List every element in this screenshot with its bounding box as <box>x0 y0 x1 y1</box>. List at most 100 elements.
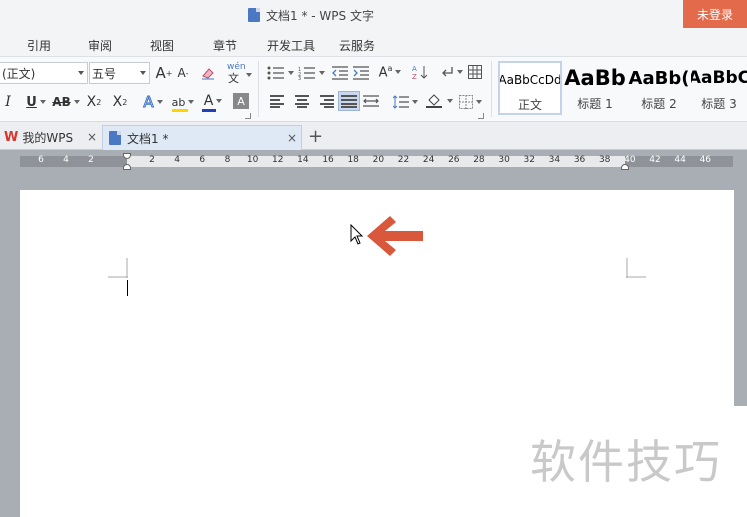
text-effect-button[interactable]: A <box>139 92 167 112</box>
increase-indent-icon <box>353 66 369 80</box>
chevron-down-icon <box>216 99 223 103</box>
chevron-down-icon <box>188 100 195 104</box>
window-title: 文档1 * - WPS 文字 <box>248 6 374 24</box>
style-heading-1[interactable]: AaBb 标题 1 <box>563 61 627 115</box>
subscript-icon: X <box>112 94 123 110</box>
ruler-number: 36 <box>573 155 586 165</box>
tab-document-1[interactable]: 文档1 * × <box>102 125 302 150</box>
font-size-combo[interactable]: 五号 <box>89 62 150 84</box>
tab-my-wps[interactable]: W 我的WPS × <box>0 125 100 150</box>
style-gallery: AaBbCcDd 正文 AaBb 标题 1 AaBb( 标题 2 AaBbC 标… <box>496 61 747 115</box>
ruler-number: 8 <box>224 155 231 165</box>
menu-cloud-services[interactable]: 云服务 <box>339 37 375 54</box>
divider <box>258 61 259 117</box>
font-color-button[interactable]: A <box>199 91 227 112</box>
menu-chapter[interactable]: 章节 <box>213 37 237 54</box>
paragraph-dialog-launcher-icon[interactable] <box>478 113 484 119</box>
title-bar: 文档1 * - WPS 文字 未登录 <box>0 0 747 30</box>
grow-font-button[interactable]: A + <box>155 64 173 82</box>
ruler-number: 12 <box>272 155 284 165</box>
highlight-label: ab <box>171 95 186 109</box>
strikethrough-button[interactable]: AB <box>52 92 80 112</box>
font-color-label: A <box>203 93 214 109</box>
horizontal-ruler[interactable]: 2 4 6 8 10 12 14 16 18 20 22 24 26 28 30 32 34 36 38 6 4 2 40… <box>20 153 733 170</box>
numbered-list-icon: 123 <box>298 67 315 80</box>
tab-label: 文档1 * <box>127 131 169 146</box>
ruler-number: 22 <box>397 155 410 165</box>
align-left-icon <box>270 95 286 108</box>
font-name-combo[interactable]: (正文) <box>0 62 88 84</box>
font-dialog-launcher-icon[interactable] <box>245 113 251 119</box>
borders-button[interactable] <box>457 92 483 112</box>
paragraph-shading-button[interactable] <box>425 91 453 111</box>
style-label: 正文 <box>517 98 542 112</box>
chevron-down-icon <box>395 70 402 74</box>
pinyin-guide-button[interactable]: wén 文 <box>224 61 252 85</box>
paragraph-mark-button[interactable] <box>438 62 464 82</box>
ruler-number: 46 <box>699 155 712 165</box>
change-case-icon: Aa <box>378 63 393 81</box>
enter-mark-icon <box>441 67 453 77</box>
ruler-number: 2 <box>88 155 94 165</box>
justify-button[interactable] <box>338 91 360 111</box>
change-case-button[interactable]: Aa <box>376 62 404 82</box>
menu-review[interactable]: 审阅 <box>88 37 112 54</box>
font-color-bar <box>201 109 216 112</box>
style-label: 标题 1 <box>577 97 613 111</box>
character-shading-button[interactable]: A <box>233 93 249 109</box>
line-spacing-button[interactable] <box>392 92 418 112</box>
ruler-number: 32 <box>523 155 535 165</box>
document-icon <box>109 131 121 145</box>
chevron-down-icon <box>475 100 482 104</box>
login-button[interactable]: 未登录 <box>683 0 747 28</box>
ruler-number: 4 <box>174 155 180 165</box>
svg-text:Z: Z <box>412 73 417 80</box>
paint-bucket-icon <box>425 94 442 108</box>
chevron-down-icon <box>140 71 146 75</box>
close-icon[interactable]: × <box>87 130 97 144</box>
highlighter-icon: ab <box>171 95 188 112</box>
menu-references[interactable]: 引用 <box>27 37 51 54</box>
sort-icon: AZ <box>412 65 428 80</box>
text-cursor <box>127 280 128 296</box>
document-tab-strip: W 我的WPS × 文档1 * × + <box>0 122 747 150</box>
superscript-button[interactable]: X2 <box>84 92 104 112</box>
window-title-text: 文档1 * - WPS 文字 <box>266 8 374 23</box>
ruler-number: 20 <box>372 155 385 165</box>
increase-indent-button[interactable] <box>352 63 370 83</box>
watermark-text: 软件技巧 <box>530 435 722 489</box>
decrease-indent-button[interactable] <box>331 63 349 83</box>
sort-button[interactable]: AZ <box>410 62 430 82</box>
underline-button[interactable]: U <box>22 92 50 112</box>
new-tab-button[interactable]: + <box>308 126 323 147</box>
style-normal[interactable]: AaBbCcDd 正文 <box>498 61 562 115</box>
style-sample: AaBbCcDd <box>498 72 562 87</box>
subscript-button[interactable]: X2 <box>110 92 130 112</box>
menu-developer-tools[interactable]: 开发工具 <box>267 37 315 54</box>
eraser-icon <box>202 68 214 80</box>
ribbon-toolbar: (正文) 五号 A + A- wén 文 123 Aa AZ I U AB X … <box>0 56 747 122</box>
align-left-button[interactable] <box>270 93 286 109</box>
clear-format-button[interactable] <box>199 64 217 82</box>
align-center-button[interactable] <box>294 93 310 109</box>
close-icon[interactable]: × <box>287 131 297 145</box>
align-right-button[interactable] <box>318 93 334 109</box>
strikethrough-icon: AB <box>52 95 71 109</box>
mouse-pointer-icon <box>350 224 364 245</box>
menu-view[interactable]: 视图 <box>150 37 174 54</box>
chevron-down-icon <box>156 100 163 104</box>
shrink-font-button[interactable]: A- <box>175 64 191 82</box>
highlight-button[interactable]: ab <box>169 92 197 112</box>
style-heading-3[interactable]: AaBbC 标题 3 <box>691 61 747 115</box>
left-indent-marker[interactable] <box>123 164 131 170</box>
bullet-list-button[interactable] <box>266 63 294 83</box>
style-heading-2[interactable]: AaBb( 标题 2 <box>627 61 691 115</box>
ruler-number: 26 <box>448 155 460 165</box>
italic-button[interactable]: I <box>1 92 15 112</box>
numbered-list-button[interactable]: 123 <box>297 63 325 83</box>
ruler-number: 44 <box>674 155 686 165</box>
table-button[interactable] <box>466 62 484 82</box>
ruler-number: 6 <box>38 155 44 165</box>
svg-text:3: 3 <box>298 76 301 80</box>
distributed-align-button[interactable] <box>362 93 380 109</box>
